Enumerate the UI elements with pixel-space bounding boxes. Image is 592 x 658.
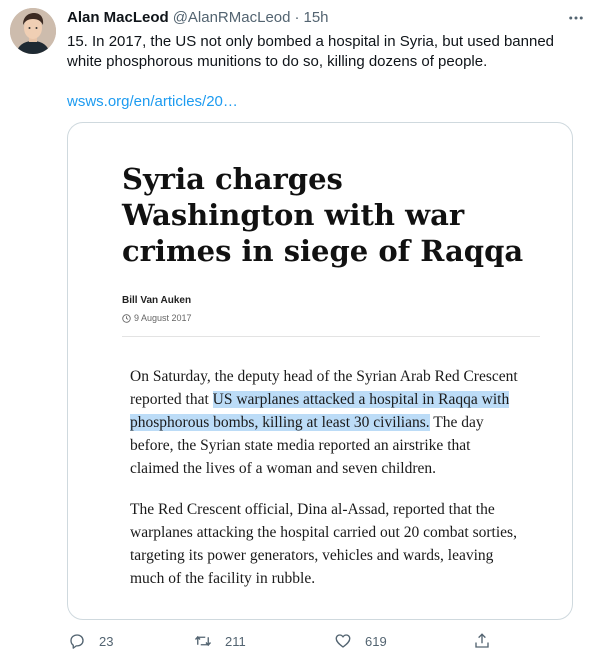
retweet-count: 211 [225,633,246,649]
article-body: On Saturday, the deputy head of the Syri… [130,365,520,608]
reply-button[interactable]: 23 [67,628,113,654]
avatar[interactable] [10,8,56,54]
like-button[interactable]: 619 [333,628,387,654]
reply-icon [67,631,87,651]
reply-count: 23 [99,633,114,649]
tweet-link[interactable]: wsws.org/en/articles/20… [67,92,238,112]
like-count: 619 [365,633,387,649]
heart-icon [333,631,353,651]
clock-icon [122,313,131,323]
share-button[interactable] [472,628,504,654]
article-card[interactable]: Syria charges Washington with war crimes… [67,122,573,620]
article-date: 9 August 2017 [122,313,192,323]
avatar-image [10,8,56,54]
share-icon [472,631,492,651]
article-date-text: 9 August 2017 [134,313,192,323]
more-options-button[interactable] [564,6,588,30]
author-name[interactable]: Alan MacLeod [67,8,169,28]
retweet-button[interactable]: 211 [193,628,246,654]
tweet-timestamp[interactable]: 15h [303,8,328,28]
more-icon [569,16,583,20]
author-handle[interactable]: @AlanRMacLeod [173,8,291,28]
tweet-actions: 23 211 619 [67,628,507,654]
article-title: Syria charges Washington with war crimes… [122,162,524,268]
tweet-header: Alan MacLeod @AlanRMacLeod · 15h [67,8,576,28]
article-divider [122,336,540,337]
article-author: Bill Van Auken [122,295,192,306]
tweet[interactable]: Alan MacLeod @AlanRMacLeod · 15h 15. In … [0,0,592,658]
article-paragraph: The Red Crescent official, Dina al-Assad… [130,501,517,587]
separator-dot: · [294,9,300,26]
retweet-icon [193,631,213,651]
tweet-text: 15. In 2017, the US not only bombed a ho… [67,33,555,70]
article-paragraph: On Saturday, the deputy head of the Syri… [130,365,520,480]
